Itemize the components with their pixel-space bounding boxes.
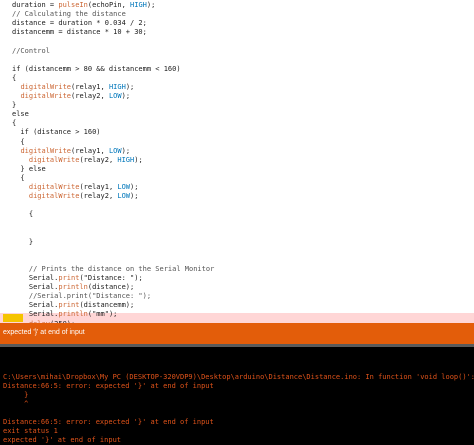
code-line[interactable]: if (distance > 160) [12, 128, 100, 137]
console-line: ^ [3, 400, 29, 408]
code-line[interactable]: digitalWrite(relay1, LOW); [12, 183, 139, 192]
code-line[interactable]: // Prints the distance on the Serial Mon… [12, 265, 214, 274]
code-line[interactable]: digitalWrite(relay1, HIGH); [12, 83, 134, 92]
code-line[interactable]: Serial.println("mm"); [12, 310, 118, 319]
console-line: exit status 1 [3, 427, 58, 435]
code-line[interactable]: if (distancemm > 80 && distancemm < 160) [12, 65, 181, 74]
code-line[interactable]: // Calculating the distance [12, 10, 126, 19]
console-line: Distance:66:5: error: expected '}' at en… [3, 418, 214, 426]
code-editor[interactable]: duration = pulseIn(echoPin, HIGH);// Cal… [0, 0, 474, 323]
code-line[interactable]: { [12, 174, 24, 183]
console-line: Distance:66:5: error: expected '}' at en… [3, 382, 214, 390]
code-line[interactable]: duration = pulseIn(echoPin, HIGH); [12, 1, 155, 10]
code-line[interactable]: { [12, 210, 33, 219]
code-line[interactable]: } else [12, 165, 45, 174]
code-line[interactable]: digitalWrite(relay2, LOW); [12, 192, 139, 201]
code-line[interactable]: distancemm = distance * 10 + 30; [12, 28, 147, 37]
console-line: C:\Users\mihai\Dropbox\My PC (DESKTOP-32… [3, 373, 474, 381]
code-line[interactable]: { [12, 138, 24, 147]
output-console[interactable]: C:\Users\mihai\Dropbox\My PC (DESKTOP-32… [0, 347, 474, 445]
code-line[interactable]: else [12, 110, 29, 119]
code-line[interactable]: digitalWrite(relay1, LOW); [12, 147, 130, 156]
console-line: expected '}' at end of input [3, 436, 122, 444]
error-status-bar: expected '}' at end of input [0, 323, 474, 344]
error-message: expected '}' at end of input [3, 329, 85, 336]
code-line[interactable]: //Control [12, 47, 50, 56]
code-line[interactable]: { [12, 74, 16, 83]
code-line[interactable]: digitalWrite(relay2, HIGH); [12, 156, 143, 165]
code-line[interactable]: Serial.print(distancemm); [12, 301, 134, 310]
code-line[interactable]: } [12, 101, 16, 110]
code-line[interactable]: digitalWrite(relay2, LOW); [12, 92, 130, 101]
console-line: } [3, 391, 29, 399]
code-line[interactable]: Serial.println(distance); [12, 283, 134, 292]
code-line[interactable]: distance = duration * 0.034 / 2; [12, 19, 147, 28]
code-line[interactable]: //Serial.print("Distance: "); [12, 292, 151, 301]
code-line[interactable]: } [12, 238, 33, 247]
code-line[interactable]: { [12, 119, 16, 128]
code-line[interactable]: Serial.print("Distance: "); [12, 274, 143, 283]
